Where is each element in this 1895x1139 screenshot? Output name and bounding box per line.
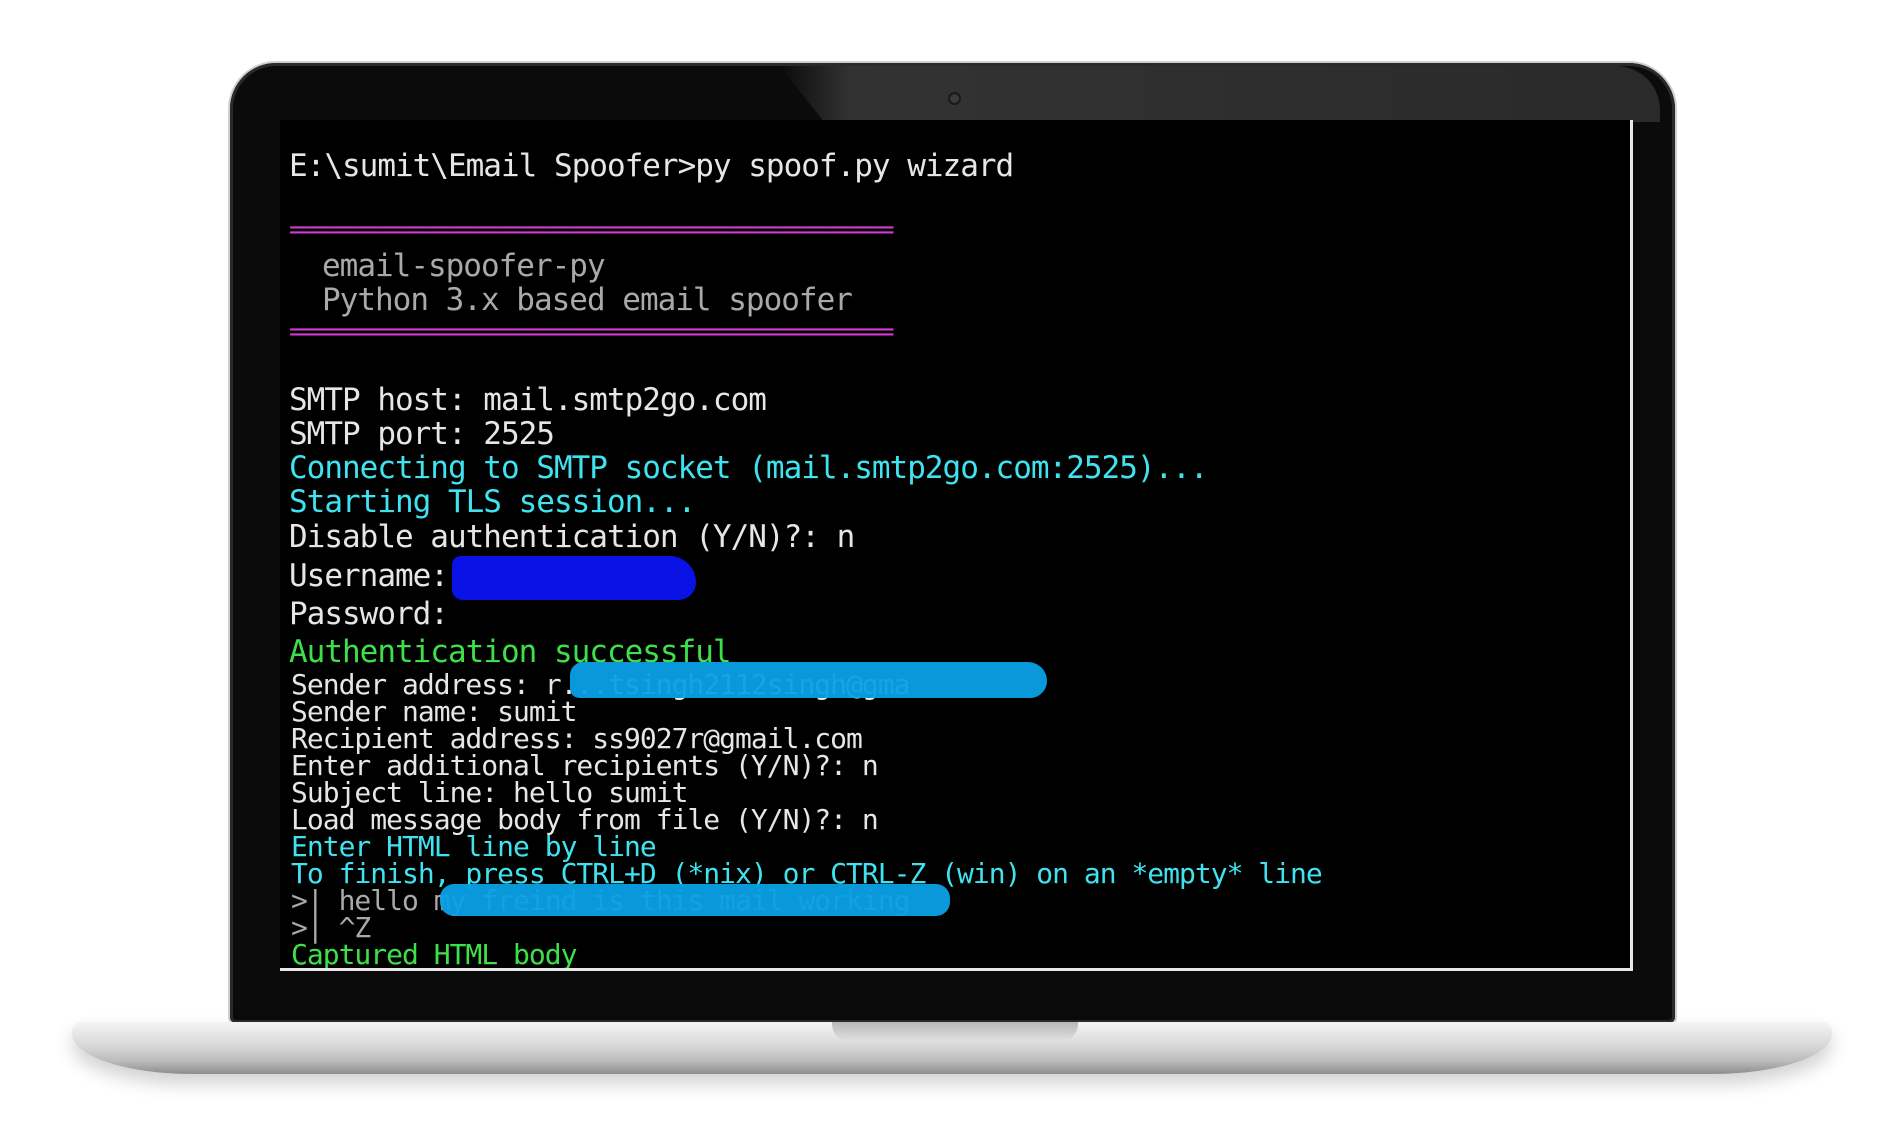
redaction-body	[440, 884, 950, 916]
smtp-host: SMTP host: mail.smtp2go.com	[289, 382, 767, 418]
banner-rule-bottom: ========================================…	[289, 317, 895, 346]
laptop-hinge-notch	[832, 1022, 1078, 1042]
connecting-status: Connecting to SMTP socket (mail.smtp2go.…	[289, 450, 1209, 486]
password-prompt: Password:	[289, 596, 449, 632]
redaction-username	[452, 556, 696, 600]
banner-subtitle: Python 3.x based email spoofer	[322, 282, 853, 318]
terminal-window[interactable]: E:\sumit\Email Spoofer>py spoof.py wizar…	[280, 120, 1633, 971]
banner-rule-top: ========================================…	[289, 215, 895, 244]
smtp-port: SMTP port: 2525	[289, 416, 555, 452]
webcam-icon	[950, 94, 959, 103]
username-prompt: Username:	[289, 558, 466, 594]
lid-glare	[780, 66, 1660, 122]
tls-status: Starting TLS session...	[289, 484, 696, 520]
captured-html: Captured HTML body	[291, 938, 577, 971]
redaction-sender-address	[570, 662, 1047, 698]
disable-auth-prompt: Disable authentication (Y/N)?: n	[289, 519, 855, 555]
command-line: E:\sumit\Email Spoofer>py spoof.py wizar…	[289, 148, 1014, 184]
banner-title: email-spoofer-py	[322, 248, 606, 284]
